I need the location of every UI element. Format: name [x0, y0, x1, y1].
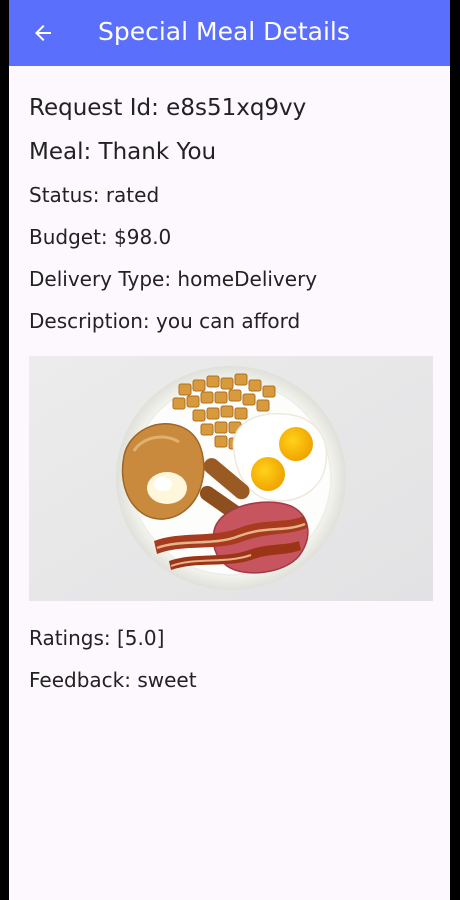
- description-text: Description: you can afford: [29, 309, 301, 333]
- ratings-text: Ratings: [5.0]: [29, 626, 165, 650]
- feedback-text: Feedback: sweet: [29, 668, 197, 692]
- rating-section: Ratings: [5.0] Feedback: sweet: [29, 617, 197, 701]
- meal-details: Request Id: e8s51xq9vy Meal: Thank You S…: [29, 86, 440, 342]
- back-button[interactable]: [27, 16, 61, 50]
- phone-screen: Special Meal Details Request Id: e8s51xq…: [9, 0, 450, 900]
- page-title: Special Meal Details: [98, 17, 350, 46]
- meal-photo: [29, 356, 433, 601]
- status-text: Status: rated: [29, 183, 160, 207]
- meal-name-text: Meal: Thank You: [29, 139, 217, 165]
- request-id-text: Request Id: e8s51xq9vy: [29, 95, 307, 121]
- delivery-type-text: Delivery Type: homeDelivery: [29, 267, 318, 291]
- arrow-left-icon: [35, 25, 51, 41]
- app-bar: Special Meal Details: [9, 0, 450, 66]
- budget-text: Budget: $98.0: [29, 225, 172, 249]
